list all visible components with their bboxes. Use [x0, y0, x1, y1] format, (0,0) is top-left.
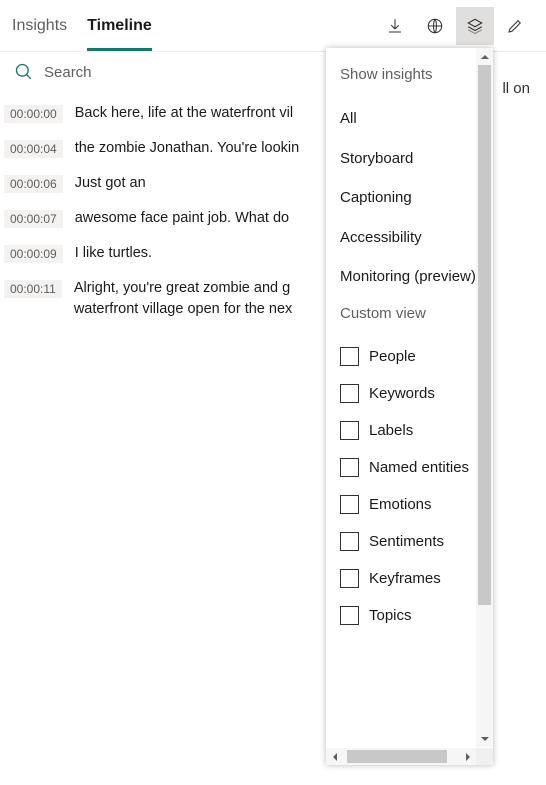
chevron-down-icon: [480, 734, 490, 744]
check-label: Emotions: [369, 496, 432, 513]
transcript-text: the zombie Jonathan. You're lookin: [75, 138, 299, 159]
checkbox-icon: [340, 458, 359, 477]
edit-icon: [506, 17, 524, 35]
edit-button[interactable]: [496, 7, 534, 45]
check-topics[interactable]: Topics: [340, 597, 493, 634]
scroll-down-button[interactable]: [476, 730, 493, 747]
transcript-text: Just got an: [75, 173, 146, 194]
panel-item-all[interactable]: All: [340, 99, 493, 139]
check-people[interactable]: People: [340, 338, 493, 375]
scroll-up-button[interactable]: [476, 48, 493, 65]
scrollbar-thumb[interactable]: [347, 750, 447, 763]
check-label: Keywords: [369, 385, 435, 402]
insights-panel: Show insights All Storyboard Captioning …: [326, 48, 493, 765]
transcript-text: I like turtles.: [75, 243, 152, 264]
vertical-scrollbar[interactable]: [476, 48, 493, 747]
download-button[interactable]: [376, 7, 414, 45]
checkbox-icon: [340, 384, 359, 403]
layers-button[interactable]: [456, 7, 494, 45]
panel-body: Show insights All Storyboard Captioning …: [326, 48, 493, 765]
header: Insights Timeline: [0, 0, 546, 52]
check-keywords[interactable]: Keywords: [340, 375, 493, 412]
scrollbar-track[interactable]: [343, 748, 459, 765]
toolbar: [376, 7, 534, 45]
timestamp: 00:00:09: [4, 245, 63, 263]
check-label: Labels: [369, 422, 413, 439]
panel-section-title: Show insights: [340, 66, 493, 83]
tab-timeline[interactable]: Timeline: [87, 0, 152, 51]
scrollbar-track[interactable]: [476, 65, 493, 730]
globe-button[interactable]: [416, 7, 454, 45]
chevron-up-icon: [480, 52, 490, 62]
chevron-right-icon: [463, 752, 473, 762]
check-emotions[interactable]: Emotions: [340, 486, 493, 523]
autoscroll-fragment: ll on: [502, 80, 530, 97]
scrollbar-corner: [476, 748, 493, 765]
panel-item-accessibility[interactable]: Accessibility: [340, 218, 493, 258]
tab-insights[interactable]: Insights: [12, 0, 67, 51]
check-label: Keyframes: [369, 570, 441, 587]
globe-icon: [426, 17, 444, 35]
check-sentiments[interactable]: Sentiments: [340, 523, 493, 560]
timestamp: 00:00:07: [4, 210, 63, 228]
panel-custom-title: Custom view: [340, 305, 493, 322]
check-named-entities[interactable]: Named entities: [340, 449, 493, 486]
panel-item-captioning[interactable]: Captioning: [340, 178, 493, 218]
check-keyframes[interactable]: Keyframes: [340, 560, 493, 597]
tabs: Insights Timeline: [12, 0, 152, 51]
checkbox-icon: [340, 347, 359, 366]
check-label: Named entities: [369, 459, 469, 476]
checkbox-icon: [340, 569, 359, 588]
checkbox-icon: [340, 532, 359, 551]
scrollbar-thumb[interactable]: [478, 65, 491, 605]
transcript-text: Alright, you're great zombie and g water…: [74, 278, 292, 320]
checkbox-icon: [340, 421, 359, 440]
horizontal-scrollbar[interactable]: [326, 748, 476, 765]
panel-item-monitoring[interactable]: Monitoring (preview): [340, 257, 493, 297]
transcript-text: awesome face paint job. What do: [75, 208, 289, 229]
scroll-right-button[interactable]: [459, 748, 476, 765]
transcript-text: Back here, life at the waterfront vil: [75, 103, 293, 124]
check-label: Sentiments: [369, 533, 444, 550]
check-label: People: [369, 348, 416, 365]
timestamp: 00:00:00: [4, 105, 63, 123]
check-label: Topics: [369, 607, 412, 624]
search-icon: [14, 62, 34, 82]
timestamp: 00:00:04: [4, 140, 63, 158]
checkbox-icon: [340, 495, 359, 514]
download-icon: [386, 17, 404, 35]
chevron-left-icon: [330, 752, 340, 762]
panel-item-storyboard[interactable]: Storyboard: [340, 139, 493, 179]
timestamp: 00:00:06: [4, 175, 63, 193]
scroll-left-button[interactable]: [326, 748, 343, 765]
timestamp: 00:00:11: [4, 280, 62, 298]
check-labels[interactable]: Labels: [340, 412, 493, 449]
checkbox-icon: [340, 606, 359, 625]
layers-icon: [466, 17, 484, 35]
